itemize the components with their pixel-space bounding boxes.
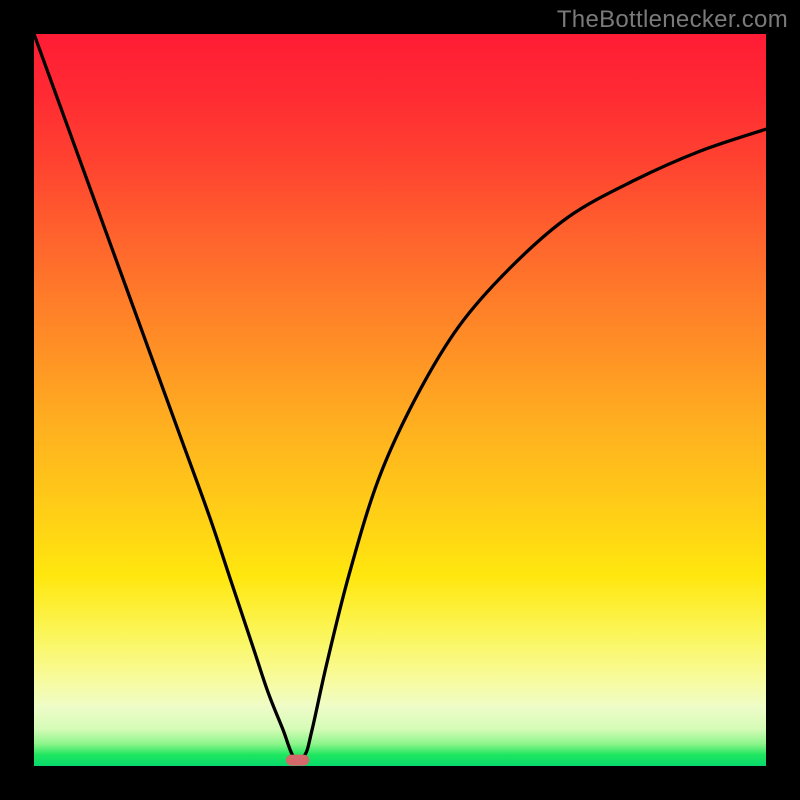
plot-area (34, 34, 766, 766)
min-marker (286, 755, 309, 766)
bottleneck-curve (34, 34, 766, 760)
chart-stage: TheBottlenecker.com (0, 0, 800, 800)
attribution-text: TheBottlenecker.com (557, 6, 788, 34)
curve-svg (34, 34, 766, 766)
